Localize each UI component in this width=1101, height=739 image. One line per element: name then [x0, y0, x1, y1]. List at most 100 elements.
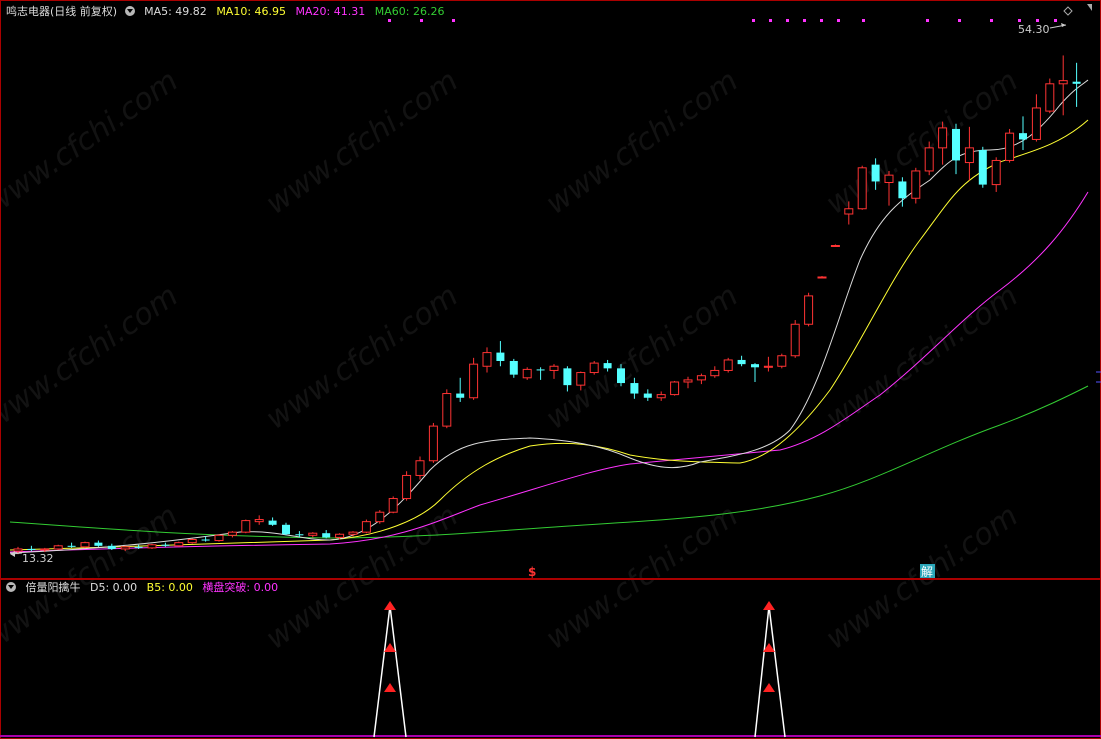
ma60-value: MA60: 26.26: [374, 5, 445, 18]
candlestick: [670, 380, 680, 396]
b5-value: B5: 0.00: [146, 581, 193, 594]
candlestick: [790, 320, 800, 358]
candle-body: [710, 369, 720, 377]
candlestick: [723, 357, 733, 373]
chevron-down-icon[interactable]: [124, 6, 135, 16]
candle-body: [94, 542, 103, 546]
candlestick: [428, 422, 438, 463]
candle-body: [911, 170, 921, 199]
candlestick: [804, 292, 814, 327]
candle-body: [938, 127, 948, 149]
candle-body: [254, 519, 264, 523]
candle-body: [13, 548, 23, 552]
candlestick: [469, 357, 479, 400]
stock-chart: www.cfchi.com www.cfchi.com www.cfchi.co…: [0, 0, 1101, 739]
candle-body: [549, 365, 559, 371]
candle-body: [375, 511, 385, 523]
indicator-header: 倍量阳擒牛 D5: 0.00 B5: 0.00 横盘突破: 0.00: [6, 579, 284, 597]
candle-body: [924, 147, 934, 172]
candlestick: [187, 538, 197, 544]
candle-body: [415, 460, 425, 476]
candle-body: [402, 474, 412, 500]
candle-body: [630, 383, 639, 394]
candlestick: [442, 389, 452, 429]
candle-body: [617, 368, 625, 384]
candlestick: [522, 367, 532, 380]
candle-body: [241, 520, 251, 533]
candle-body: [147, 544, 157, 549]
candle-body: [603, 363, 612, 369]
candle-body: [696, 375, 706, 381]
ma10-value: MA10: 46.95: [216, 5, 287, 18]
candlestick: [388, 496, 398, 514]
candle-body: [536, 369, 545, 371]
candle-body: [509, 361, 518, 375]
candle-body: [1019, 133, 1027, 140]
high-price-label: 54.30: [1018, 23, 1050, 36]
candle-body: [589, 362, 599, 374]
candlestick: [80, 541, 90, 548]
candle-body: [871, 164, 880, 182]
candle-body: [1031, 107, 1041, 140]
candle-body: [522, 368, 532, 379]
candle-body: [482, 352, 492, 367]
candlestick: [1005, 128, 1015, 163]
candle-body: [214, 534, 224, 542]
candle-body: [496, 352, 505, 361]
candle-body: [456, 393, 465, 398]
candle-body: [643, 393, 652, 398]
candle-body: [187, 539, 197, 544]
candle-body: [1058, 80, 1068, 85]
candle-body: [723, 359, 733, 371]
candle-body: [161, 544, 170, 546]
candle-body: [817, 276, 827, 279]
indicator-name[interactable]: 倍量阳擒牛: [26, 581, 81, 594]
candle-body: [964, 147, 974, 164]
candle-body: [322, 533, 331, 538]
candlestick: [214, 534, 224, 542]
candle-body: [107, 545, 116, 549]
candle-body: [53, 545, 63, 550]
candle-body: [295, 534, 304, 536]
candle-body: [844, 208, 854, 215]
candle-body: [282, 524, 290, 535]
ma20-value: MA20: 41.31: [295, 5, 366, 18]
candle-body: [335, 533, 345, 538]
candle-body: [40, 548, 50, 551]
candlestick: [361, 519, 371, 534]
candlestick: [911, 167, 921, 204]
candle-body: [134, 546, 143, 548]
candle-body: [174, 542, 184, 547]
candlestick: [241, 519, 251, 534]
candlestick: [53, 544, 63, 550]
candlestick: [402, 471, 412, 501]
candle-body: [1072, 81, 1081, 84]
candle-body: [952, 128, 960, 161]
stock-title[interactable]: 鸣志电器(日线 前复权): [6, 5, 117, 18]
candle-body: [361, 521, 371, 533]
candle-body: [227, 531, 237, 536]
candlestick: [147, 543, 157, 549]
chevron-down-icon[interactable]: [6, 582, 16, 592]
candle-body: [857, 167, 867, 210]
candle-body: [683, 379, 693, 383]
candle-body: [201, 539, 210, 541]
candlestick: [1045, 78, 1055, 114]
candle-body: [884, 174, 894, 183]
candle-body: [777, 355, 787, 367]
candle-body: [978, 149, 987, 185]
candle-body: [763, 365, 773, 368]
low-price-label: 13.32: [22, 552, 54, 565]
candle-body: [898, 181, 907, 199]
candle-body: [830, 245, 840, 247]
candle-body: [67, 545, 76, 547]
candle-body: [576, 372, 586, 386]
candle-body: [737, 359, 746, 365]
candle-body: [670, 381, 680, 396]
candlestick: [589, 361, 599, 375]
ma5-value: MA5: 49.82: [144, 5, 207, 18]
candlestick: [857, 165, 867, 210]
candle-body: [27, 548, 36, 550]
candlestick: [777, 353, 787, 369]
candle-body: [656, 394, 666, 399]
